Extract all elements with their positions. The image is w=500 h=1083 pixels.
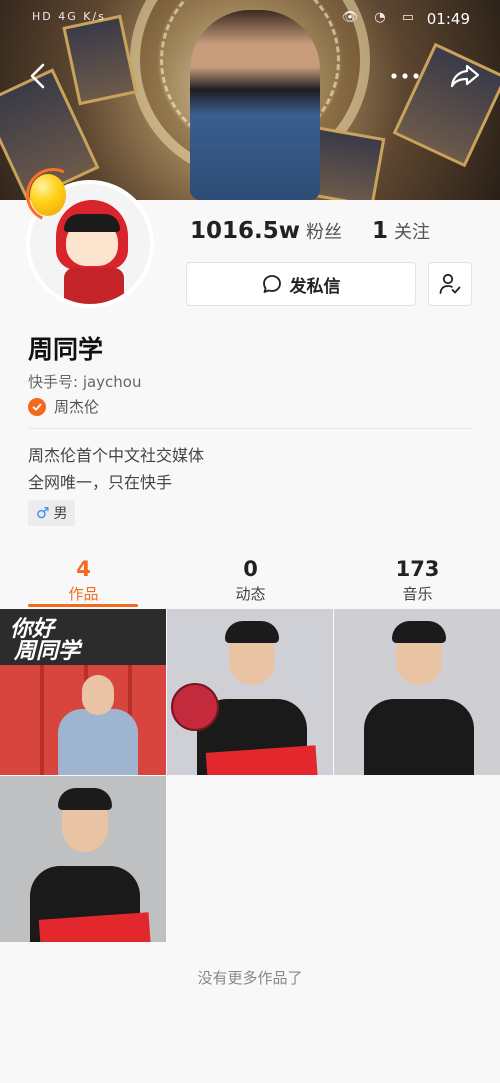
kuaishou-id[interactable]: 快手号: jaychou <box>28 371 142 392</box>
following-label[interactable]: 关注 <box>394 218 430 244</box>
tab-works-count: 4 <box>76 557 91 581</box>
tab-moments-label: 动态 <box>235 585 266 603</box>
tab-works[interactable]: 4 作品 <box>0 552 167 608</box>
profile-name: 周同学 <box>28 335 104 364</box>
verified-name: 周杰伦 <box>54 398 100 416</box>
male-icon: ♂ <box>36 504 50 522</box>
gender-label: 男 <box>53 506 68 522</box>
send-message-button[interactable]: 发私信 <box>186 262 416 306</box>
bio-line-1: 周杰伦首个中文社交媒体 <box>28 446 205 465</box>
active-tab-indicator <box>28 604 138 607</box>
chevron-left-icon <box>30 63 45 89</box>
basketball-image <box>171 683 219 731</box>
tab-music[interactable]: 173 音乐 <box>334 552 500 608</box>
status-bar: HD 4G K/s 👁 ◔ ▭ 01:49 <box>0 8 500 32</box>
more-dots-icon <box>391 73 419 79</box>
system-icons: 👁 ◔ ▭ <box>341 10 420 25</box>
tab-moments-count: 0 <box>243 557 258 581</box>
golden-egg-icon[interactable] <box>30 174 66 216</box>
tab-music-count: 173 <box>395 557 440 581</box>
gender-tag: ♂ 男 <box>28 500 76 526</box>
followers-count[interactable]: 1016.5w <box>190 218 300 244</box>
share-button[interactable] <box>445 58 485 94</box>
follow-button[interactable] <box>428 262 472 306</box>
banner-person <box>190 10 320 200</box>
send-message-label: 发私信 <box>289 276 341 297</box>
followers-label[interactable]: 粉丝 <box>306 218 342 244</box>
work-thumbnail[interactable] <box>0 776 166 942</box>
work-thumbnail[interactable] <box>167 609 333 775</box>
divider <box>28 428 472 429</box>
user-check-icon <box>439 273 461 294</box>
chat-bubble-icon <box>262 275 281 293</box>
bio-line-2: 全网唯一，只在快手 <box>28 473 173 492</box>
no-more-works: 没有更多作品了 <box>197 969 303 987</box>
share-arrow-icon <box>450 64 480 88</box>
tab-works-label: 作品 <box>68 585 99 603</box>
verification: 周杰伦 <box>28 396 99 417</box>
work-thumbnail[interactable]: 你好 周同学 <box>0 609 166 775</box>
verified-icon <box>28 397 46 416</box>
work-thumbnail[interactable] <box>334 609 500 775</box>
content-tabs: 4 作品 0 动态 173 音乐 <box>0 552 500 608</box>
back-button[interactable] <box>20 58 56 94</box>
profile-stats: 1016.5w 粉丝 1 关注 <box>190 218 430 244</box>
tab-moments[interactable]: 0 动态 <box>167 552 334 608</box>
clock: 01:49 <box>426 10 470 28</box>
tab-music-label: 音乐 <box>402 585 433 603</box>
more-button[interactable] <box>385 58 425 94</box>
following-count[interactable]: 1 <box>372 218 388 244</box>
network-indicators: HD 4G K/s <box>32 10 106 23</box>
thumbnail-title-line-2: 周同学 <box>14 639 81 664</box>
